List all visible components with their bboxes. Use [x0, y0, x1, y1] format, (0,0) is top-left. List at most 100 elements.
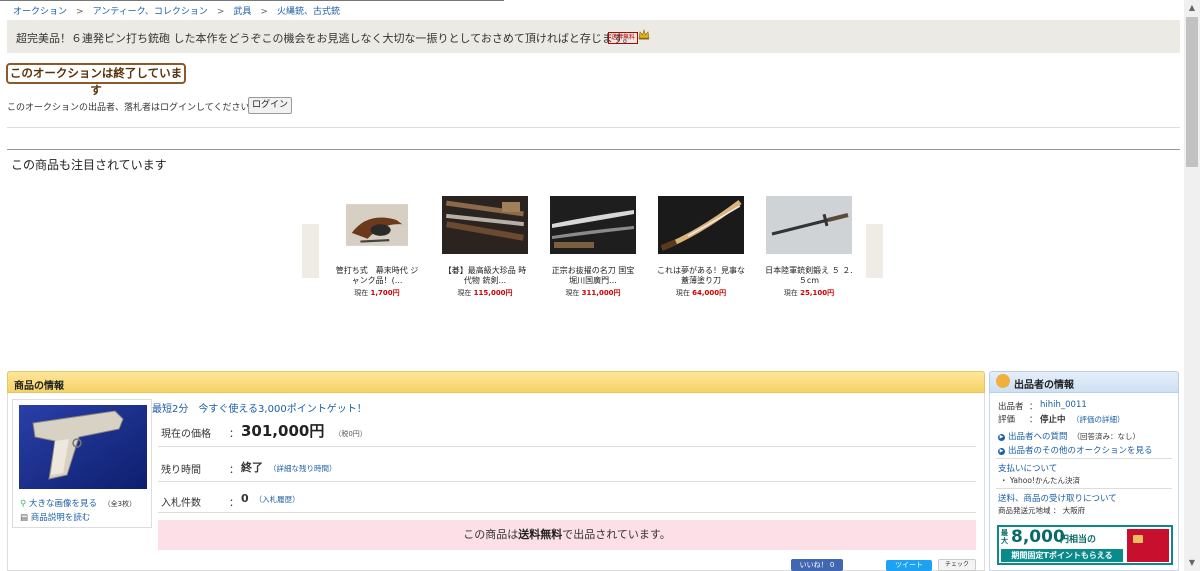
product-info-title: 商品の情報 — [14, 381, 64, 392]
divider — [7, 149, 1180, 150]
remaining-time: 終了 （詳細な残り時間） — [241, 459, 337, 475]
bid-count-label: 入札件数 — [161, 498, 201, 509]
facebook-like-button[interactable]: いいね！ 0 — [791, 559, 843, 571]
recommend-item[interactable]: 【碁】最高級大珍品 時代物 銃剣... 現在 115,000円 — [440, 196, 530, 298]
shipping-info-link[interactable]: 送料、商品の受け取りについて — [998, 492, 1117, 504]
view-large-image-label[interactable]: 大きな画像を見る — [29, 499, 97, 509]
item-thumbnail — [658, 196, 744, 254]
recommend-item-price: 現在 311,000円 — [548, 288, 638, 298]
price-value: 1,700円 — [370, 289, 400, 297]
colon: ： — [229, 465, 239, 476]
arrow-right-icon: ▶ — [998, 448, 1005, 455]
breadcrumb-item-matchlock[interactable]: 火縄銃、古式銃 — [277, 7, 340, 17]
magnifier-icon: ⚲ — [20, 499, 27, 509]
free-shipping-badge: 送料無料 — [608, 32, 639, 44]
remaining-time-value: 終了 — [241, 461, 263, 474]
item-thumbnail — [442, 196, 528, 254]
item-thumbnail — [766, 196, 852, 254]
question-note: （回答済み：なし） — [1072, 432, 1141, 441]
carousel-prev-button[interactable] — [302, 224, 319, 278]
read-description-link[interactable]: ▤ 商品説明を読む — [20, 511, 90, 523]
card-chip-icon — [1133, 535, 1143, 543]
colon: ： — [229, 498, 239, 509]
seller-name-link[interactable]: hihih_0011 — [1040, 400, 1087, 410]
payment-info-link[interactable]: 支払いについて — [998, 462, 1057, 474]
top-divider — [0, 0, 504, 1]
recommend-item-price: 現在 64,000円 — [656, 288, 746, 298]
item-title: 超完美品！６連発ピン打ち銃砲 した本作をどうぞこの機会をお見逃しなく大切な一振り… — [16, 32, 634, 45]
price-prefix: 現在 — [565, 289, 580, 297]
recommend-item-price: 現在 1,700円 — [332, 288, 422, 298]
price-value: 311,000円 — [581, 289, 621, 297]
breadcrumb-separator: > — [76, 7, 84, 17]
breadcrumb-separator: > — [216, 7, 225, 17]
card-icon — [1127, 529, 1169, 562]
price-value: 64,000円 — [692, 289, 727, 297]
ask-seller-link[interactable]: ▶ 出品者への質問 （回答済み：なし） — [998, 430, 1140, 442]
seller-other-auctions-link[interactable]: ▶ 出品者のその他のオークションを見る — [998, 444, 1153, 456]
image-count: （全3枚） — [103, 500, 137, 508]
colon: ： — [1029, 415, 1038, 425]
breadcrumb-item-auction[interactable]: オークション — [13, 7, 67, 17]
ask-seller-label[interactable]: 出品者への質問 — [1008, 432, 1068, 442]
seller-label: 出品者 — [998, 402, 1024, 412]
read-description-label[interactable]: 商品説明を読む — [31, 513, 91, 523]
ship-from-value: 大阪府 — [1062, 506, 1086, 515]
breadcrumb-item-armor[interactable]: 武具 — [233, 7, 251, 17]
free-shipping-suffix: で出品されています。 — [562, 528, 671, 541]
rank-icon — [638, 28, 650, 43]
price-prefix: 現在 — [354, 289, 369, 297]
price-prefix: 現在 — [675, 289, 690, 297]
points-promo-link[interactable]: 最短2分 今すぐ使える3,000ポイントゲット！ — [152, 400, 367, 415]
free-shipping-emphasis: 送料無料 — [518, 528, 563, 541]
recommendations-title: この商品も注目されています — [11, 158, 167, 172]
banner-text-1: 円相当の — [1060, 535, 1097, 545]
item-title-bar: 超完美品！６連発ピン打ち銃砲 した本作をどうぞこの機会をお見逃しなく大切な一振り… — [7, 20, 1180, 53]
login-message: このオークションの出品者、落札者はログインしてください。 — [7, 103, 259, 113]
row-divider — [158, 481, 976, 482]
seller-info-title: 出品者の情報 — [1014, 380, 1074, 391]
tpoint-promo-banner[interactable]: 最大 8,000 円相当の 期間固定Tポイントもらえる — [997, 525, 1173, 565]
login-button[interactable]: ログイン — [248, 97, 292, 114]
seller-other-auctions-label[interactable]: 出品者のその他のオークションを見る — [1008, 446, 1153, 456]
main-product-image[interactable] — [19, 405, 147, 489]
current-price-value: 301,000円 — [241, 422, 325, 440]
price-value: 25,100円 — [800, 289, 835, 297]
tweet-button[interactable]: ツイート — [886, 560, 932, 571]
view-large-image-link[interactable]: ⚲ 大きな画像を見る （全3枚） — [20, 497, 136, 509]
carousel-next-button[interactable] — [866, 224, 883, 278]
price-prefix: 現在 — [783, 289, 798, 297]
recommend-item[interactable]: これは夢がある！見事な 蓋薄塗り刀 現在 64,000円 — [656, 196, 746, 298]
recommend-item-name: 正宗お抜擢の名刀 国宝 堀川国廣門... — [551, 266, 643, 285]
scroll-up-arrow-icon[interactable]: ▲ — [1184, 0, 1200, 16]
recommend-item[interactable]: 正宗お抜擢の名刀 国宝 堀川国廣門... 現在 311,000円 — [548, 196, 643, 298]
breadcrumb-item-antique[interactable]: アンティーク、コレクション — [93, 7, 208, 17]
banner-amount: 8,000 — [1011, 527, 1065, 547]
rating-value: 停止中 — [1040, 415, 1066, 425]
bid-history-link[interactable]: （入札履歴） — [255, 495, 300, 504]
product-info-header: 商品の情報 — [7, 371, 985, 393]
ship-from-label: 商品発送元地域 — [998, 506, 1051, 515]
check-button[interactable]: チェック — [938, 559, 976, 571]
item-thumbnail — [550, 196, 636, 254]
rating-detail-link[interactable]: （評価の詳細） — [1072, 414, 1125, 425]
remaining-time-detail-link[interactable]: （詳細な残り時間） — [269, 464, 337, 473]
row-divider — [158, 446, 976, 447]
divider — [996, 458, 1172, 459]
scrollbar-thumb[interactable] — [1186, 17, 1198, 167]
current-price: 301,000円 （税0円） — [241, 420, 367, 441]
recommend-item-name: これは夢がある！見事な 蓋薄塗り刀 — [657, 266, 745, 285]
ship-from: 商品発送元地域 ： 大阪府 — [998, 505, 1085, 516]
remaining-time-label: 残り時間 — [161, 465, 201, 476]
recommend-item[interactable]: 日本陸軍銃剣鍛え ５ ２.５cm 現在 25,100円 — [764, 196, 854, 298]
bid-count-value: 0 — [241, 492, 249, 505]
recommend-item-name: 管打ち式 幕末時代 ジャンク品！(... — [335, 266, 419, 285]
recommend-item-name: 日本陸軍銃剣鍛え ５ ２.５cm — [765, 266, 853, 285]
recommend-item[interactable]: 管打ち式 幕末時代 ジャンク品！(... 現在 1,700円 — [332, 196, 422, 298]
colon: ： — [229, 429, 239, 440]
arrow-right-icon: ▶ — [998, 434, 1005, 441]
scroll-down-arrow-icon[interactable]: ▼ — [1184, 555, 1200, 571]
breadcrumb-separator: > — [260, 7, 268, 17]
recommend-item-name: 【碁】最高級大珍品 時代物 銃剣... — [443, 266, 527, 285]
divider — [996, 488, 1172, 489]
